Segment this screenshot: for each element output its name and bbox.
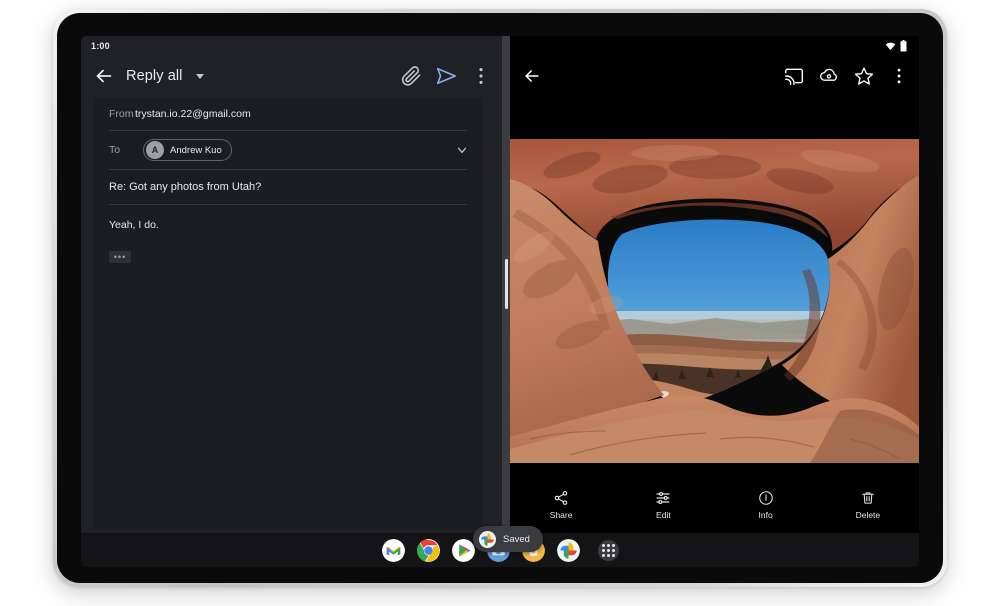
send-icon[interactable] — [435, 65, 457, 87]
dock-app-chrome[interactable] — [416, 538, 440, 562]
info-label: Info — [758, 510, 773, 520]
google-photos-icon — [479, 530, 496, 548]
message-body[interactable]: Yeah, I do. ••• — [93, 205, 483, 263]
delete-button[interactable]: Delete — [833, 490, 903, 520]
recipient-chip[interactable]: A Andrew Kuo — [143, 139, 232, 161]
chevron-down-icon[interactable] — [195, 73, 204, 79]
tune-sliders-icon — [656, 492, 670, 504]
edit-button[interactable]: Edit — [628, 490, 698, 520]
drag-handle[interactable] — [504, 259, 508, 309]
compose-mode-title: Reply all — [126, 68, 183, 84]
wifi-icon — [885, 42, 896, 50]
trash-icon — [862, 492, 874, 504]
body-text: Yeah, I do. — [109, 219, 159, 231]
grid-dot — [611, 543, 615, 547]
screenshot-root: 1:00 Reply all From trystan.io.22@gmail.… — [0, 0, 1000, 606]
photo-image — [510, 139, 919, 463]
share-icon — [554, 491, 568, 505]
photos-toolbar — [510, 56, 919, 96]
compose-card: From trystan.io.22@gmail.com To A Andrew… — [93, 98, 483, 529]
chevron-down-icon[interactable] — [455, 143, 469, 157]
google-photos-pane: Share Edit Info Delete — [510, 36, 919, 533]
edit-label: Edit — [656, 510, 671, 520]
apps-grid-icon[interactable] — [597, 539, 619, 561]
grid-dot — [601, 553, 605, 557]
dock-app-gmail[interactable] — [381, 538, 405, 562]
grid-dot — [606, 543, 610, 547]
photo-action-bar: Share Edit Info Delete — [510, 477, 919, 533]
subject-row[interactable]: Re: Got any photos from Utah? — [93, 170, 483, 204]
more-vert-icon[interactable] — [889, 66, 909, 86]
paperclip-icon[interactable] — [400, 65, 422, 87]
battery-icon — [900, 40, 907, 52]
cloud-backup-icon[interactable] — [819, 66, 839, 86]
info-circle-icon — [758, 491, 773, 505]
avatar: A — [146, 141, 164, 159]
tablet-screen: 1:00 Reply all From trystan.io.22@gmail.… — [81, 36, 919, 567]
recipient-name: Andrew Kuo — [170, 144, 222, 156]
grid-dot — [606, 548, 610, 552]
delete-label: Delete — [855, 510, 881, 520]
cast-icon[interactable] — [784, 66, 804, 86]
more-vert-icon[interactable] — [470, 65, 492, 87]
show-quoted-text-button[interactable]: ••• — [109, 251, 131, 263]
grid-dot — [601, 543, 605, 547]
photo-viewer[interactable] — [510, 139, 919, 463]
grid-dot — [606, 553, 610, 557]
split-screen-divider[interactable] — [502, 36, 510, 533]
dock-app-play-store[interactable] — [451, 538, 475, 562]
share-button[interactable]: Share — [526, 490, 596, 520]
status-bar-left: 1:00 — [81, 36, 502, 56]
star-outline-icon[interactable] — [854, 66, 874, 86]
grid-dot — [611, 548, 615, 552]
grid-dot — [611, 553, 615, 557]
share-label: Share — [549, 510, 573, 520]
saved-toast[interactable]: Saved — [473, 526, 543, 552]
status-bar-clock: 1:00 — [91, 41, 110, 51]
from-address[interactable]: trystan.io.22@gmail.com — [135, 108, 251, 120]
to-row: To A Andrew Kuo — [93, 131, 483, 169]
gmail-pane: 1:00 Reply all From trystan.io.22@gmail.… — [81, 36, 502, 533]
back-arrow-icon[interactable] — [93, 65, 115, 87]
subject-text: Re: Got any photos from Utah? — [109, 181, 262, 193]
saved-toast-label: Saved — [503, 533, 530, 545]
from-label: From — [109, 108, 134, 120]
back-arrow-icon[interactable] — [522, 66, 542, 86]
grid-dot — [601, 548, 605, 552]
quoted-dots: ••• — [113, 252, 127, 262]
to-label: To — [109, 144, 121, 156]
status-bar-right — [510, 36, 919, 56]
dock-app-photos[interactable] — [556, 538, 580, 562]
info-button[interactable]: Info — [731, 490, 801, 520]
gmail-toolbar: Reply all — [81, 56, 502, 96]
from-row: From trystan.io.22@gmail.com — [93, 98, 483, 130]
